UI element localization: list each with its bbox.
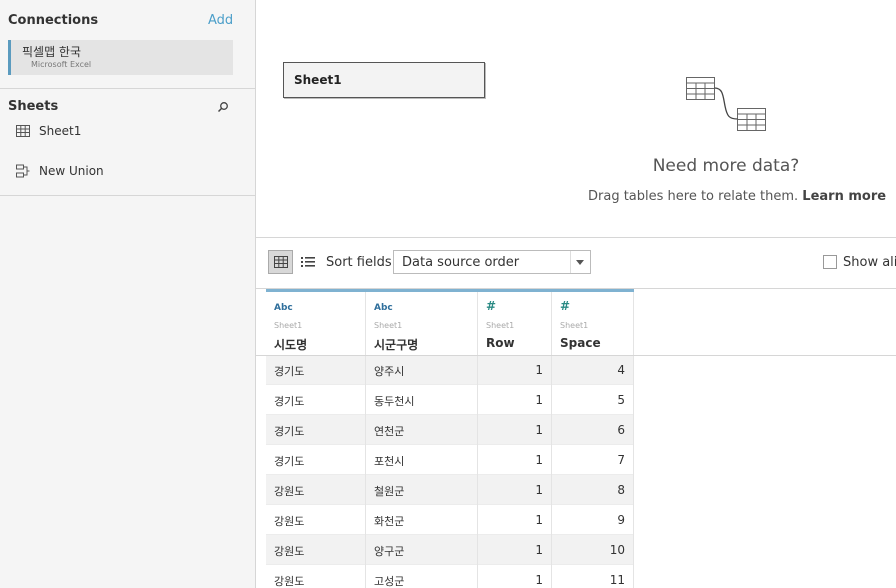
column-name: 시도명 (274, 338, 308, 352)
table-row: 강원도 고성군 1 11 (266, 565, 634, 588)
table-row: 경기도 양주시 1 4 (266, 355, 634, 385)
number-type-icon[interactable]: # (486, 299, 496, 313)
learn-more-link[interactable]: Learn more (802, 189, 886, 204)
grid-view-button[interactable] (268, 250, 293, 274)
dropdown-area (570, 251, 590, 273)
table-cell: 동두천시 (366, 385, 478, 415)
table-row: 경기도 연천군 1 6 (266, 415, 634, 445)
table-cell: 양주시 (366, 355, 478, 385)
need-more-data-text: Drag tables here to relate them. Learn m… (588, 189, 886, 204)
column-separator (365, 292, 366, 355)
table-cell: 철원군 (366, 475, 478, 505)
table-cell: 4 (552, 355, 634, 385)
new-union-label: New Union (39, 164, 104, 178)
table-cell: 11 (552, 565, 634, 588)
table-cell: 화천군 (366, 505, 478, 535)
left-panel: Connections Add 픽셀맵 한국 Microsoft Excel S… (0, 0, 256, 588)
connection-name: 픽셀맵 한국 (22, 45, 82, 59)
sheet-item-label: Sheet1 (39, 124, 82, 138)
sort-fields-label: Sort fields (326, 255, 392, 270)
string-type-icon[interactable]: Abc (274, 303, 293, 313)
table-cell: 10 (552, 535, 634, 565)
header-divider (256, 355, 896, 356)
table-cell: 고성군 (366, 565, 478, 588)
table-cell: 7 (552, 445, 634, 475)
table-cell: 경기도 (266, 385, 366, 415)
column-separator (477, 292, 478, 355)
connections-title: Connections (8, 13, 99, 28)
connection-item[interactable]: 픽셀맵 한국 Microsoft Excel (8, 40, 233, 75)
sheet-item-sheet1[interactable]: Sheet1 (16, 122, 81, 140)
table-cell: 1 (478, 385, 552, 415)
table-cell: 9 (552, 505, 634, 535)
show-aliases-label: Show alia (843, 255, 896, 270)
table-cell: 양구군 (366, 535, 478, 565)
union-icon (16, 164, 30, 178)
table-cell: 경기도 (266, 445, 366, 475)
table-cell: 연천군 (366, 415, 478, 445)
table-cell: 1 (478, 565, 552, 588)
column-header[interactable]: # Sheet1 Space (552, 289, 634, 355)
need-more-data-title: Need more data? (652, 156, 800, 176)
table-row: 강원도 철원군 1 8 (266, 475, 634, 505)
column-separator (551, 292, 552, 355)
column-separator (633, 292, 634, 355)
column-name: Row (486, 336, 515, 350)
table-cell: 1 (478, 415, 552, 445)
table-cell: 1 (478, 475, 552, 505)
table-cell: 1 (478, 505, 552, 535)
table-cell: 경기도 (266, 415, 366, 445)
table-icon (16, 125, 30, 137)
drag-tables-text: Drag tables here to relate them. (588, 189, 799, 204)
column-name: 시군구명 (374, 338, 419, 352)
table-cell: 강원도 (266, 565, 366, 588)
relate-tables-icon (686, 77, 766, 131)
canvas-sheet-box[interactable]: Sheet1 (283, 62, 485, 98)
column-source: Sheet1 (274, 321, 303, 330)
column-header[interactable]: Abc Sheet1 시군구명 (366, 289, 478, 355)
new-union-item[interactable]: New Union (16, 162, 104, 180)
column-source: Sheet1 (374, 321, 403, 330)
list-view-icon[interactable] (300, 254, 316, 270)
table-cell: 강원도 (266, 535, 366, 565)
sort-fields-select[interactable]: Data source order (393, 250, 591, 274)
sort-fields-value: Data source order (402, 255, 520, 270)
table-cell: 1 (478, 535, 552, 565)
connection-type: Microsoft Excel (31, 60, 92, 69)
show-aliases-checkbox[interactable] (823, 255, 837, 269)
add-connection-link[interactable]: Add (208, 13, 233, 28)
table-cell: 강원도 (266, 505, 366, 535)
column-header[interactable]: Abc Sheet1 시도명 (266, 289, 366, 355)
canvas-divider (256, 237, 896, 238)
table-row: 강원도 화천군 1 9 (266, 505, 634, 535)
divider (0, 88, 255, 89)
column-source: Sheet1 (560, 321, 589, 330)
number-type-icon[interactable]: # (560, 299, 570, 313)
table-cell: 8 (552, 475, 634, 505)
table-row: 경기도 동두천시 1 5 (266, 385, 634, 415)
column-source: Sheet1 (486, 321, 515, 330)
table-cell: 5 (552, 385, 634, 415)
table-cell: 1 (478, 445, 552, 475)
table-cell: 6 (552, 415, 634, 445)
table-cell: 경기도 (266, 355, 366, 385)
column-header[interactable]: # Sheet1 Row (478, 289, 552, 355)
sheets-title: Sheets (8, 99, 59, 114)
string-type-icon[interactable]: Abc (374, 303, 393, 313)
table-row: 강원도 양구군 1 10 (266, 535, 634, 565)
table-cell: 강원도 (266, 475, 366, 505)
table-row: 경기도 포천시 1 7 (266, 445, 634, 475)
data-source-page: Connections Add 픽셀맵 한국 Microsoft Excel S… (0, 0, 896, 588)
table-cell: 포천시 (366, 445, 478, 475)
divider (0, 195, 255, 196)
grid-icon (273, 256, 288, 268)
column-name: Space (560, 336, 601, 350)
table-cell: 1 (478, 355, 552, 385)
search-icon[interactable] (217, 101, 229, 113)
chevron-down-icon (576, 260, 584, 265)
